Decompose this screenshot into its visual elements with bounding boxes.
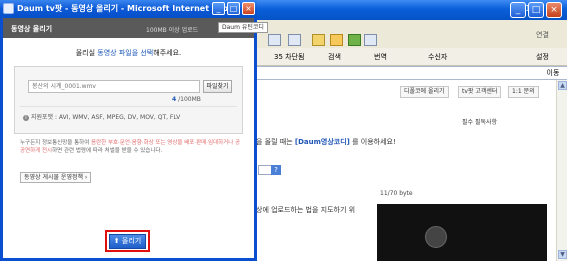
scroll-down-icon[interactable]: ▼	[558, 250, 567, 259]
browse-file-button[interactable]: 파일찾기	[203, 80, 232, 93]
popup-maximize-icon[interactable]: □	[227, 2, 240, 15]
instruction-highlight: 동영상 파일을 선택	[97, 49, 154, 57]
translate-label[interactable]: 번역	[374, 52, 387, 62]
video-preview	[377, 204, 547, 261]
legal-notice: 누구든지 정보통신망을 통하여 음란한 부호·문언·음향·화상 또는 영상을 배…	[20, 139, 244, 155]
instruction-suffix: 해주세요.	[153, 49, 182, 57]
legal-suffix: 하면 관련 법령에 따라 처벌을 받을 수 있습니다.	[52, 148, 163, 154]
policy-guide-button[interactable]: 동영상 게시물 운영정책 ›	[20, 172, 92, 183]
page-button-upload[interactable]: 디폴코에 올리기	[400, 86, 449, 98]
instruction-text: 올리실 동영상 파일을 선택해주세요.	[0, 48, 257, 58]
popup-close-icon[interactable]: ×	[242, 2, 255, 15]
file-size-usage: 4 /100MB	[172, 96, 201, 103]
box-divider	[20, 106, 237, 107]
go-button[interactable]: 이동	[540, 67, 566, 79]
popup-titlebar[interactable]: Daum tv팟 - 동영상 올리기 - Microsoft Internet …	[0, 0, 257, 18]
search-label[interactable]: 검색	[328, 52, 341, 62]
notice-link[interactable]: [Daum영상코디]	[295, 138, 350, 146]
instruction-prefix: 올리실	[75, 49, 98, 57]
play-icon[interactable]	[425, 226, 447, 248]
supported-formats-text: 지원포맷 : AVI, WMV, ASF, MPEG, DV, MOV, QT,…	[31, 114, 181, 121]
messenger-icon[interactable]	[364, 34, 377, 46]
size-total: /100MB	[178, 96, 201, 103]
green-icon[interactable]	[348, 34, 361, 46]
background-description-text: 상에 업로드하는 법을 지도하기 위	[256, 206, 356, 214]
scroll-up-icon[interactable]: ▲	[558, 81, 567, 90]
folder-icon[interactable]	[312, 34, 325, 46]
upload-button[interactable]: ⬆ 올리기	[109, 234, 146, 249]
maximize-icon[interactable]: □	[528, 2, 544, 18]
page-button-support[interactable]: tv팟 고객센터	[458, 86, 502, 98]
page-scrollbar[interactable]: ▲ ▼	[556, 80, 567, 261]
print-icon[interactable]	[268, 34, 281, 46]
file-upload-box	[14, 66, 243, 134]
address-bar[interactable]	[256, 66, 567, 80]
notice-suffix: 를 이용하세요!	[352, 138, 396, 146]
recipient-label[interactable]: 수신자	[428, 52, 447, 62]
ie-app-icon	[3, 3, 14, 14]
upload-popup-window: Daum tv팟 - 동영상 올리기 - Microsoft Internet …	[0, 0, 268, 261]
settings-label[interactable]: 설정	[536, 52, 549, 62]
byte-counter: 11/70 byte	[380, 190, 413, 197]
file-path-input[interactable]	[28, 80, 200, 93]
legal-prefix: 누구든지 정보통신망을 통하여	[20, 140, 92, 146]
supported-formats: i 지원포맷 : AVI, WMV, ASF, MPEG, DV, MOV, QT…	[23, 112, 180, 121]
page-button-inquiry[interactable]: 1:1 문의	[508, 86, 539, 98]
background-title-input[interactable]	[258, 165, 272, 175]
upload-arrow-icon: ⬆	[113, 237, 122, 245]
star-icon[interactable]	[330, 34, 343, 46]
link-label[interactable]: 연결	[536, 30, 549, 40]
mail-icon[interactable]	[288, 34, 301, 46]
upload-label: 올리기	[121, 237, 142, 245]
size-current: 4	[172, 96, 177, 103]
upload-limit-text: 100MB 이상 업로드	[146, 27, 199, 34]
background-linkbar: 35 차단됨 검색 번역 수신자 설정	[256, 48, 567, 66]
block-label[interactable]: 35 차단됨	[274, 52, 304, 62]
minimize-icon[interactable]: _	[510, 2, 526, 18]
help-icon[interactable]: ?	[271, 165, 281, 175]
notice-prefix: 을 올릴 때는	[256, 138, 293, 146]
popup-minimize-icon[interactable]: _	[212, 2, 225, 15]
info-icon: i	[23, 115, 29, 121]
page-title: 동영상 올리기	[11, 25, 53, 33]
daum-badge-button[interactable]: Daum 유틴코디	[218, 22, 268, 33]
upload-notice: 을 올릴 때는 [Daum영상코디] 를 이용하세요!	[256, 137, 396, 147]
close-icon[interactable]: ×	[546, 2, 562, 18]
popup-window-title: Daum tv팟 - 동영상 올리기 - Microsoft Internet …	[17, 4, 238, 13]
must-read-link[interactable]: 필수 필독사항	[462, 117, 497, 126]
